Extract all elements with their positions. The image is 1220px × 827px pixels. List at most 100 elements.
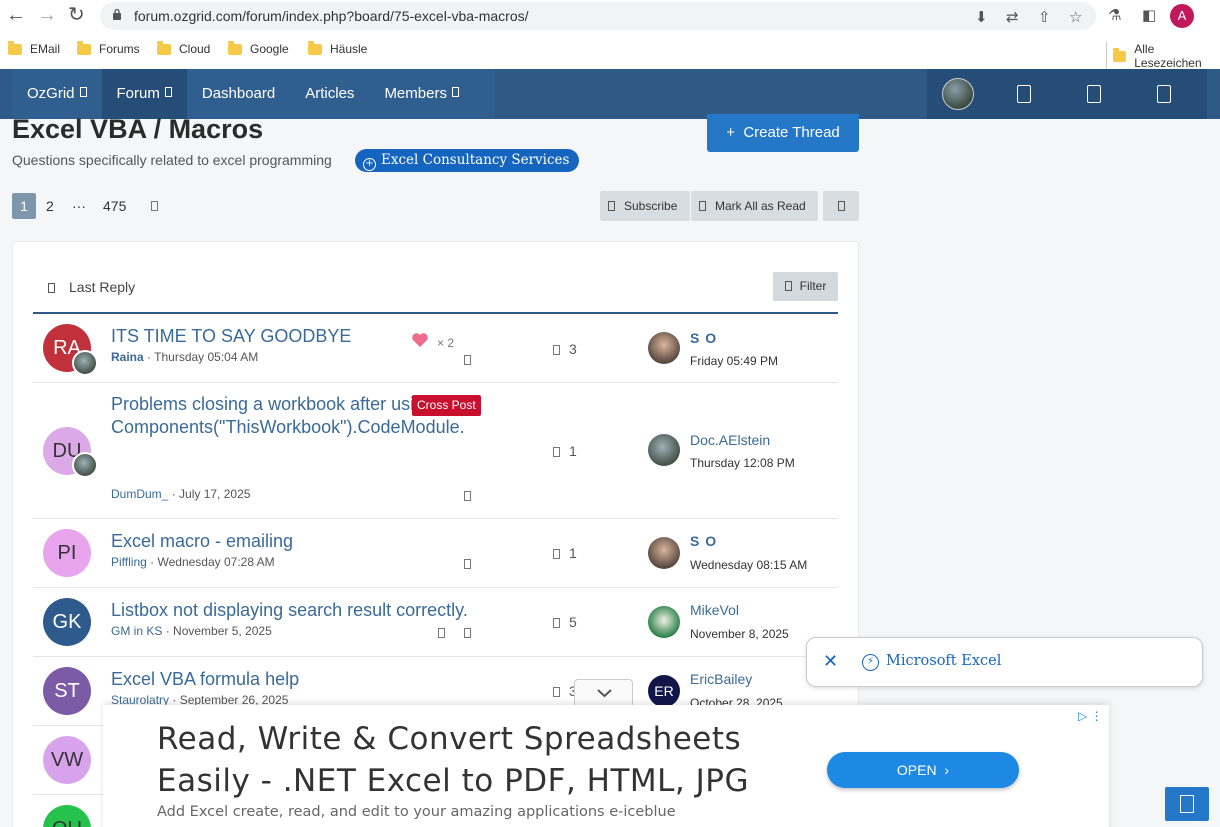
sidepanel-icon[interactable]: ◧ xyxy=(1142,6,1156,24)
chevron-down-icon xyxy=(597,689,612,698)
forward-icon[interactable]: → xyxy=(37,5,57,25)
last-poster-avatar[interactable]: ER xyxy=(648,675,680,707)
rss-icon xyxy=(837,201,845,211)
last-poster-name[interactable]: EricBailey xyxy=(690,671,752,687)
subscribe-button[interactable]: Subscribe xyxy=(600,191,690,221)
author-avatar[interactable]: ST xyxy=(43,667,91,715)
thread-options-icon[interactable] xyxy=(464,491,471,501)
user-badge-avatar xyxy=(72,350,98,376)
comment-icon xyxy=(553,549,560,559)
bookmark-haeusle[interactable]: Häusle xyxy=(308,40,367,56)
notifications-icon[interactable] xyxy=(1087,85,1101,103)
last-poster-avatar[interactable] xyxy=(648,332,680,364)
last-poster-name[interactable]: Doc.AElstein xyxy=(690,432,770,448)
heart-icon[interactable] xyxy=(411,332,429,348)
profile-avatar[interactable]: A xyxy=(1170,4,1194,28)
nav-dashboard[interactable]: Dashboard xyxy=(187,69,290,119)
last-poster-avatar[interactable] xyxy=(648,434,680,466)
page-ellipsis[interactable]: ··· xyxy=(72,193,86,219)
ad-collapse-button[interactable] xyxy=(574,679,633,707)
extensions-icon[interactable]: ⚗ xyxy=(1108,6,1121,24)
scroll-top-button[interactable] xyxy=(1165,787,1209,821)
last-poster-avatar[interactable] xyxy=(648,606,680,638)
page-2[interactable]: 2 xyxy=(46,193,54,219)
folder-icon xyxy=(228,40,242,55)
folder-icon xyxy=(1113,47,1127,62)
popup-link[interactable]: Microsoft Excel xyxy=(886,653,1001,669)
user-avatar[interactable] xyxy=(942,78,974,110)
author-avatar[interactable]: VW xyxy=(43,736,91,784)
excel-popup: ✕ ⚡ Microsoft Excel xyxy=(806,637,1203,687)
back-icon[interactable]: ← xyxy=(6,5,26,25)
folder-icon xyxy=(77,40,91,55)
dropdown-icon xyxy=(79,87,87,97)
adchoices-icon[interactable]: ▷ ⋮ xyxy=(1078,709,1103,723)
thread-options-icon[interactable] xyxy=(464,559,471,569)
sort-last-reply[interactable]: Last Reply xyxy=(48,279,135,295)
install-icon[interactable]: ⬇ xyxy=(975,8,988,26)
author-avatar[interactable]: OU xyxy=(43,805,91,827)
conversations-icon[interactable] xyxy=(1017,85,1031,103)
bookmark-cloud[interactable]: Cloud xyxy=(157,40,210,56)
next-page-icon[interactable] xyxy=(151,201,158,211)
thread-row: GK Listbox not displaying search result … xyxy=(33,588,838,657)
thread-row: DU Problems closing a workbook after usi… xyxy=(33,383,838,519)
nav-members[interactable]: Members xyxy=(369,69,474,119)
last-poster-avatar[interactable] xyxy=(648,537,680,569)
page-1[interactable]: 1 xyxy=(12,193,36,219)
ad-headline: Read, Write & Convert Spreadsheets xyxy=(157,721,742,757)
translate-icon[interactable]: ⇄ xyxy=(1006,8,1019,26)
last-poster-name[interactable]: MikeVol xyxy=(690,602,739,618)
reply-count: 1 xyxy=(553,443,577,459)
nav-ozgrid[interactable]: OzGrid xyxy=(12,69,102,119)
thread-title[interactable]: Listbox not displaying search result cor… xyxy=(111,599,481,622)
bookmark-google[interactable]: Google xyxy=(228,40,289,56)
page-last[interactable]: 475 xyxy=(103,193,126,219)
sticky-icon xyxy=(438,628,445,638)
thread-row: RA ITS TIME TO SAY GOODBYE Raina · Thurs… xyxy=(33,314,838,383)
thread-options-icon[interactable] xyxy=(464,628,471,638)
nav-forum[interactable]: Forum xyxy=(101,69,187,119)
thread-meta: Piffling · Wednesday 07:28 AM xyxy=(111,555,275,569)
last-reply-time: Friday 05:49 PM xyxy=(690,354,779,368)
comment-icon xyxy=(553,345,560,355)
star-icon[interactable]: ☆ xyxy=(1069,8,1082,26)
author-avatar[interactable]: GK xyxy=(43,598,91,646)
nav-articles[interactable]: Articles xyxy=(290,69,369,119)
reply-count: 3 xyxy=(553,341,577,357)
check-icon xyxy=(699,201,706,211)
mark-all-read-button[interactable]: Mark All as Read xyxy=(691,191,818,221)
search-icon[interactable] xyxy=(1157,85,1171,103)
arrow-up-icon xyxy=(1180,795,1194,813)
thread-options-icon[interactable] xyxy=(464,355,471,365)
comment-icon xyxy=(553,447,560,457)
cross-post-tag[interactable]: Cross Post xyxy=(412,395,481,416)
thread-title[interactable]: Excel macro - emailing xyxy=(111,530,481,553)
bookmark-forums[interactable]: Forums xyxy=(77,40,140,56)
rss-button[interactable] xyxy=(823,191,859,221)
sort-icon xyxy=(48,283,55,293)
reply-count: 5 xyxy=(553,614,577,630)
dropdown-icon xyxy=(164,87,172,97)
reply-count: 1 xyxy=(553,545,577,561)
last-poster-name[interactable]: S O xyxy=(690,330,717,346)
address-bar[interactable]: forum.ozgrid.com/forum/index.php?board/7… xyxy=(100,2,1096,30)
thread-row: PI Excel macro - emailing Piffling · Wed… xyxy=(33,519,838,588)
folder-icon xyxy=(157,40,171,55)
bookmark-email[interactable]: EMail xyxy=(8,40,60,56)
url-text: forum.ozgrid.com/forum/index.php?board/7… xyxy=(134,8,529,24)
all-bookmarks[interactable]: Alle Lesezeichen xyxy=(1106,42,1220,70)
ad-open-button[interactable]: OPEN › xyxy=(827,752,1019,788)
browser-chrome: ← → ↻ forum.ozgrid.com/forum/index.php?b… xyxy=(0,0,1220,70)
share-icon[interactable]: ⇧ xyxy=(1038,8,1051,26)
create-thread-button[interactable]: + Create Thread xyxy=(707,114,859,152)
close-icon[interactable]: ✕ xyxy=(823,651,838,672)
reload-icon[interactable]: ↻ xyxy=(68,5,85,25)
filter-button[interactable]: Filter xyxy=(773,272,838,301)
ad-headline-2: Easily - .NET Excel to PDF, HTML, JPG xyxy=(157,763,749,799)
consultancy-link[interactable]: + Excel Consultancy Services xyxy=(355,149,580,172)
author-avatar[interactable]: PI xyxy=(43,529,91,577)
last-poster-name[interactable]: S O xyxy=(690,533,717,549)
thread-title[interactable]: Excel VBA formula help xyxy=(111,668,481,691)
last-reply-time: Thursday 12:08 PM xyxy=(690,456,795,470)
